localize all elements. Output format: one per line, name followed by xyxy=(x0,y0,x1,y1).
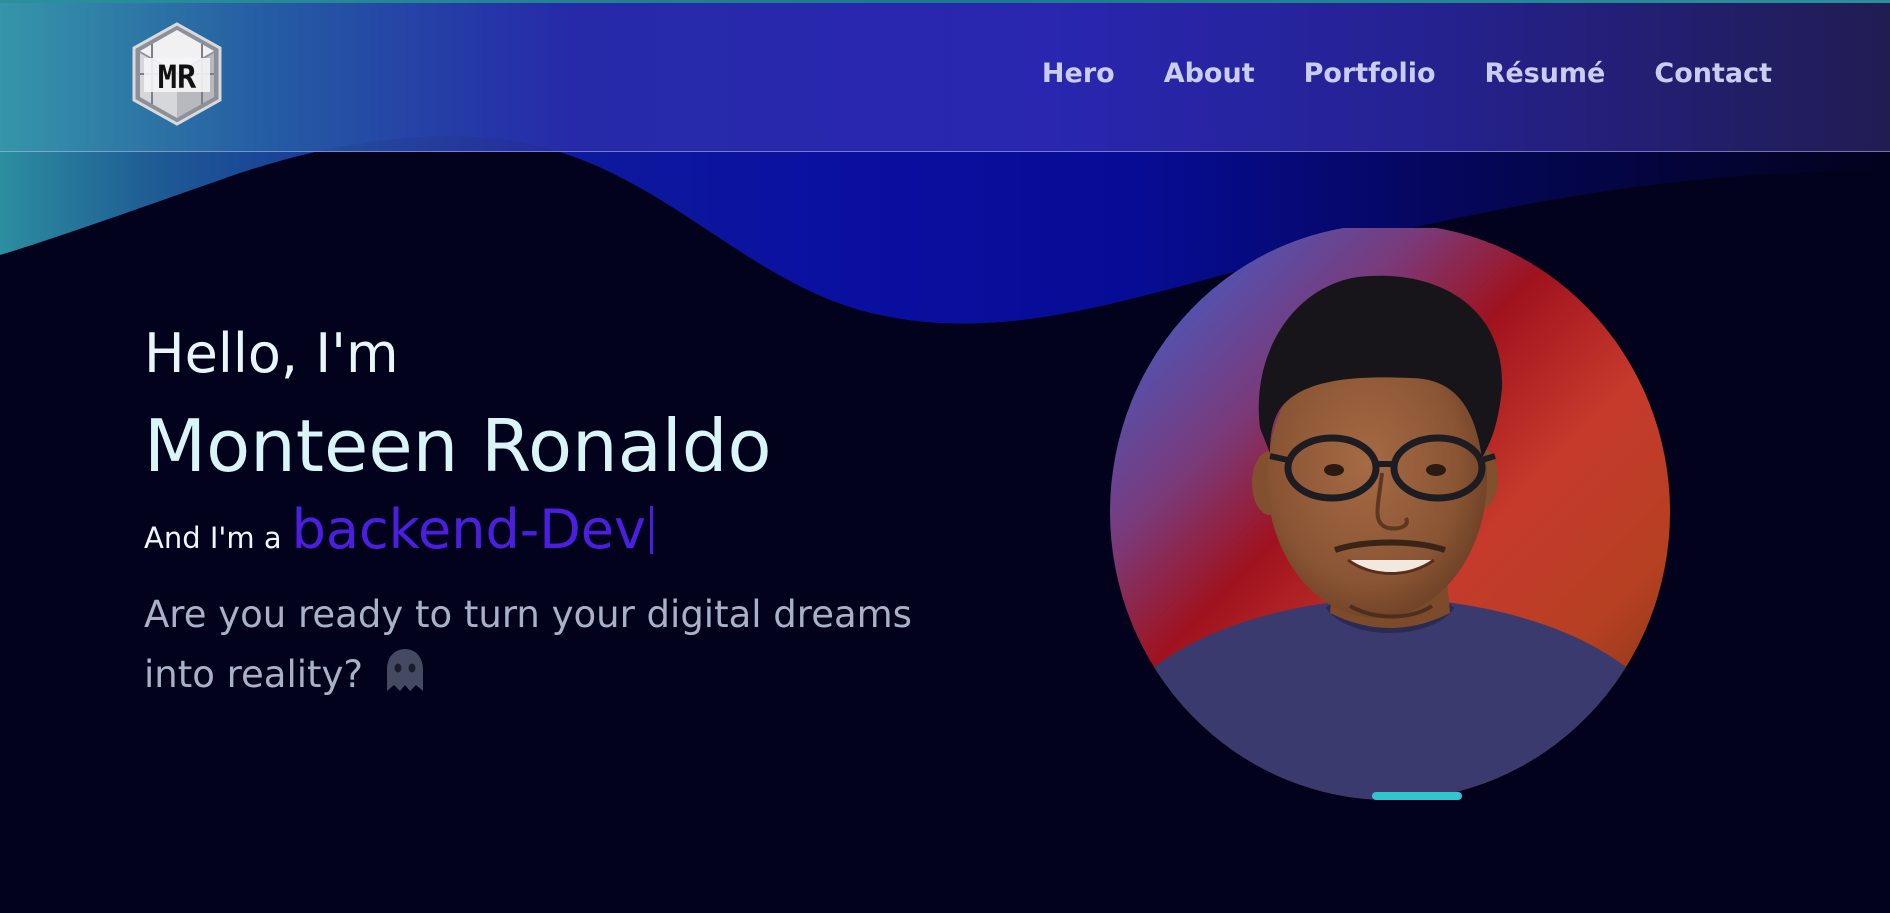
page: MR Hero About Portfolio Résumé Contact H… xyxy=(0,0,1890,913)
tagline-text: Are you ready to turn your digital dream… xyxy=(144,593,912,696)
hero-greeting: Hello, I'm xyxy=(144,322,399,385)
hero-tagline: Are you ready to turn your digital dream… xyxy=(144,585,984,711)
role-prefix: And I'm a xyxy=(144,521,282,555)
top-accent-bar xyxy=(0,0,1890,3)
hero-section: Hello, I'm Monteen Ronaldo And I'm a bac… xyxy=(144,318,984,711)
nav-item-contact[interactable]: Contact xyxy=(1654,58,1772,89)
typed-role: backend-Dev xyxy=(291,498,646,561)
logo-text: MR xyxy=(158,58,197,96)
hero-name: Monteen Ronaldo xyxy=(144,404,772,488)
nav-item-hero[interactable]: Hero xyxy=(1042,58,1115,89)
cube-logo-icon[interactable]: MR xyxy=(130,22,224,126)
portrait-accent-bar xyxy=(1372,792,1462,800)
site-header: MR Hero About Portfolio Résumé Contact xyxy=(0,0,1890,152)
nav-item-about[interactable]: About xyxy=(1164,58,1255,89)
profile-photo xyxy=(1110,228,1670,802)
main-nav: Hero About Portfolio Résumé Contact xyxy=(1042,58,1772,89)
nav-item-resume[interactable]: Résumé xyxy=(1485,58,1606,89)
role-line: And I'm a backend-Dev xyxy=(144,498,984,561)
ghost-icon xyxy=(383,647,427,711)
typing-caret xyxy=(649,506,653,554)
nav-item-portfolio[interactable]: Portfolio xyxy=(1304,58,1436,89)
